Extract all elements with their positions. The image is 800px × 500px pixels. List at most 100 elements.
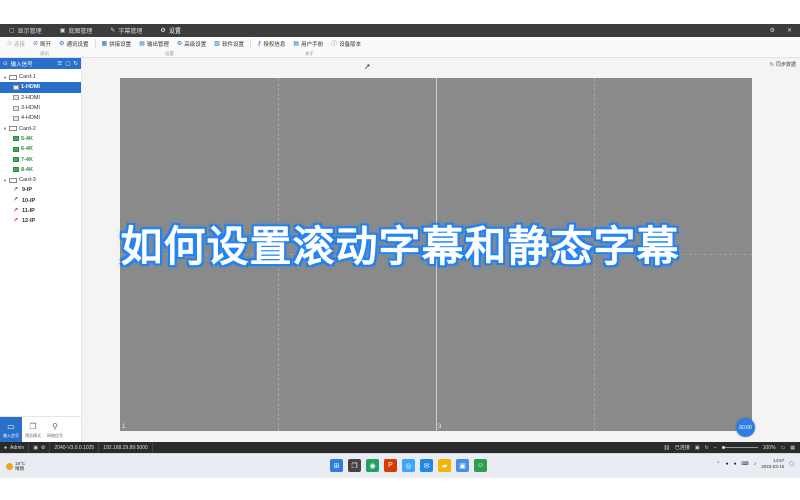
gear-icon[interactable]: ⚙ [41,445,45,451]
card-node[interactable]: ▼ Card-3 [0,175,81,185]
close-icon[interactable]: ✕ [787,27,792,34]
input-port-icon [13,167,19,173]
input-signal-item[interactable]: 8-4K [0,165,81,175]
mode-label: 输入信号 [3,432,19,438]
weather-widget[interactable]: 18°C 晴朗 [0,461,25,472]
system-tray: ⌃ ● ● ⌨ ♪ 14:57 2023-03-15 ▢ [716,458,794,470]
toolbar-button-2[interactable]: ⊘ 断开 [29,40,55,48]
status-bar: ● Admin ▣ ⚙ 2040-V3.0.0.1025 192.168.29.… [0,442,800,453]
tab-label: 字幕管理 [118,29,143,35]
group-label-settings: 设置 [165,51,174,56]
timer-button[interactable]: 60:00 [736,418,755,437]
sync-data-button[interactable]: ↻ 同步数据 [770,61,796,69]
toolbar: ⊘ 连接 ⊘ 断开 ⚙ 通讯设置 ▦ 拼接设置 ▤ 输出管理 ⚙ 高级设置 ▧ 软件设置 ⚷ 授权信息 ▤ 用户手… [0,37,800,58]
caret-down-icon[interactable]: ▼ [3,126,7,131]
mail-icon[interactable]: ✉ [420,459,433,472]
zoom-out-icon[interactable]: − [714,445,717,451]
toolbar-button-8[interactable]: ⚷ 授权信息 [253,40,289,48]
toolbar-button-9[interactable]: ▤ 用户手册 [289,40,327,48]
grid-icon[interactable]: ▦ [790,445,795,451]
gear-icon[interactable]: ⚙ [770,27,775,34]
notification-icon[interactable]: ▢ [789,461,794,467]
app-icon[interactable]: ▣ [456,459,469,472]
toolbar-button-10[interactable]: ⓘ 设备版本 [327,39,365,49]
app-tray-icon[interactable]: ● [733,461,736,467]
toolbar-button-6[interactable]: ⚙ 高级设置 [173,40,210,48]
tab-2[interactable]: ▣ 底图管理 [51,24,102,37]
folder-icon[interactable]: ▰ [438,459,451,472]
connection-status: 已连接 [674,445,690,451]
group-label-about: 关于 [305,51,314,56]
input-signal-item[interactable]: 2-HDMI [0,93,81,103]
card-node[interactable]: ▼ Card-2 [0,123,81,133]
sidebar-bottom-bar: ▭ 输入信号 ❐ 预览模式 ⚲ 网络信号 [0,416,82,443]
input-signal-item[interactable]: ↗ 9-IP [0,185,81,195]
toolbar-button-1[interactable]: ⊘ 连接 [3,40,29,48]
toolbar-button-5[interactable]: ▤ 输出管理 [135,40,173,48]
toolbar-label: 用户手册 [301,41,324,48]
clock[interactable]: 14:57 2023-03-15 [761,458,784,470]
windows-start-icon[interactable]: ⊞ [330,459,343,472]
grid-view-icon[interactable]: ▢ [65,61,70,67]
toolbar-button-3[interactable]: ⚙ 通讯设置 [55,40,92,48]
input-port-icon [13,157,19,163]
sidebar-mode-button[interactable]: ❐ 预览模式 [22,417,44,443]
mode-label: 预览模式 [25,432,41,438]
sidebar-mode-button[interactable]: ⚲ 网络信号 [44,417,66,443]
toolbar-button-7[interactable]: ▧ 软件设置 [210,40,248,48]
list-view-icon[interactable]: ☰ [57,61,62,67]
keyboard-icon[interactable]: ⌨ [742,461,749,467]
tab-icon: ✎ [110,28,116,34]
tab-1[interactable]: ▢ 显示管理 [0,24,51,37]
status-tools: ▣ ⚙ [29,442,51,453]
title-bar: ▢ 显示管理 ▣ 底图管理 ✎ 字幕管理 ⚙ 设置 ⚙ ✕ [0,24,800,37]
weather-temp: 18°C [15,460,26,466]
status-user[interactable]: ● Admin [0,442,30,453]
input-signal-label: 3-HDMI [21,105,40,112]
sidebar-mode-button[interactable]: ▭ 输入信号 [0,417,22,443]
caret-down-icon[interactable]: ▼ [3,178,7,183]
zoom-slider[interactable] [721,446,758,449]
taskbar-apps: ⊞ ❐ ◉ P ◎ ✉ ▰ ▣ ☺ [330,459,487,472]
tab-3[interactable]: ✎ 字幕管理 [101,24,151,37]
tab-label: 设置 [168,29,181,35]
bottom-margin [0,478,800,500]
monitor-icon[interactable]: ▣ [33,445,38,451]
input-port-icon [13,105,19,111]
input-signal-item[interactable]: 1-HDMI [0,82,81,93]
monitor-icon[interactable]: ▣ [695,445,700,451]
caret-down-icon[interactable]: ▼ [3,75,7,80]
speaker-icon[interactable]: ♪ [754,461,757,467]
input-signal-item[interactable]: 5-4K [0,134,81,144]
toolbar-icon: ▧ [214,41,220,47]
card-icon [8,74,17,80]
input-signal-item[interactable]: 4-HDMI [0,113,81,123]
signal-tree: ▼ Card-1 1-HDMI 2-HDMI 3-HDMI 4-HDMI ▼ Card-2 5-… [0,69,81,226]
wechat-icon[interactable]: ☺ [474,459,487,472]
card-node[interactable]: ▼ Card-1 [0,72,81,82]
tab-4[interactable]: ⚙ 设置 [151,24,189,37]
network-signal-icon: ↗ [13,186,19,193]
browser-icon[interactable]: ◉ [366,459,379,472]
refresh-icon[interactable]: ↻ [705,445,709,451]
input-signal-item[interactable]: 7-4K [0,154,81,164]
tab-icon: ⚙ [160,28,166,34]
input-port-icon [13,84,19,90]
video-overlay-title: 如何设置滚动字幕和静态字幕 [120,222,680,271]
toolbar-icon: ⚙ [59,41,65,47]
sync-label: 同步数据 [775,62,796,68]
app-icon[interactable]: P [384,459,397,472]
toolbar-label: 高级设置 [184,41,207,48]
refresh-icon[interactable]: ↻ [73,61,78,67]
chevron-up-icon[interactable]: ⌃ [716,461,720,467]
input-signal-item[interactable]: 6-4K [0,144,81,154]
fit-icon[interactable]: ▭ [781,445,786,451]
toolbar-icon: ⊘ [33,41,39,47]
search-app-icon[interactable]: ◎ [402,459,415,472]
input-signal-item[interactable]: 3-HDMI [0,103,81,113]
toolbar-button-4[interactable]: ▦ 拼接设置 [98,40,136,48]
taskview-icon[interactable]: ❐ [348,459,361,472]
input-port-icon [13,115,19,121]
app-tray-icon[interactable]: ● [725,461,728,467]
input-signal-item[interactable]: ↗ 10-IP [0,196,81,206]
